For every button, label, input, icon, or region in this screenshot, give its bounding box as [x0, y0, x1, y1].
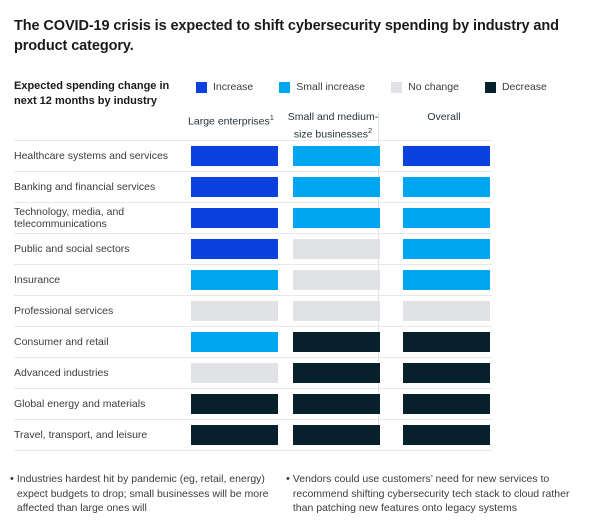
legend-item-label: Small increase — [296, 81, 366, 93]
footnote-text: Industries hardest hit by pandemic (eg, … — [16, 473, 269, 514]
matrix-cell-decrease — [403, 363, 490, 383]
matrix-row-label: Professional services — [14, 304, 114, 317]
column-header-label: Small and medium-size businesses — [287, 111, 379, 141]
matrix-cell-no_change — [191, 363, 278, 383]
matrix-cell-small_increase — [293, 146, 380, 166]
matrix-cell-small_increase — [293, 177, 380, 197]
legend-swatch-icon — [391, 82, 403, 93]
matrix-row-label: Banking and financial services — [14, 180, 156, 193]
matrix-cell-decrease — [293, 394, 380, 414]
matrix-cell-decrease — [191, 425, 278, 445]
legend-item-label: Increase — [213, 81, 254, 93]
column-header-footnote-marker: 2 — [367, 126, 373, 135]
legend-swatch-icon — [484, 82, 496, 93]
matrix-cell-increase — [191, 239, 278, 259]
legend-item-no_change: No change — [391, 82, 459, 93]
page-title: The COVID-19 crisis is expected to shift… — [14, 18, 559, 54]
matrix-row: Consumer and retail — [14, 326, 492, 357]
matrix-cell-no_change — [403, 301, 490, 321]
spending-change-matrix: Healthcare systems and services Banking a… — [14, 140, 492, 451]
legend-item-label: No change — [408, 81, 459, 93]
matrix-cell-no_change — [191, 301, 278, 321]
row-axis-heading: Expected spending change in next 12 mont… — [14, 80, 170, 107]
matrix-row: Professional services — [14, 295, 492, 326]
matrix-cell-decrease — [293, 363, 380, 383]
matrix-cell-increase — [191, 146, 278, 166]
matrix-row-label: Technology, media, and telecommunication… — [14, 205, 125, 231]
matrix-cell-small_increase — [293, 208, 380, 228]
matrix-row: Technology, media, and telecommunication… — [14, 202, 492, 233]
column-header-label: Large enterprises — [188, 115, 270, 128]
matrix-cell-small_increase — [403, 239, 490, 259]
legend-item-label: Decrease — [501, 81, 547, 93]
legend: Increase Small increase No change Decrease — [196, 82, 573, 93]
matrix-row-label: Healthcare systems and services — [14, 149, 169, 162]
matrix-cell-increase — [191, 177, 278, 197]
matrix-cell-decrease — [293, 425, 380, 445]
legend-item-small_increase: Small increase — [279, 82, 365, 93]
matrix-cell-no_change — [293, 301, 380, 321]
matrix-cell-decrease — [403, 425, 490, 445]
matrix-row-label: Public and social sectors — [14, 242, 130, 255]
footnotes: • Industries hardest hit by pandemic (eg,… — [10, 472, 594, 516]
matrix-cell-increase — [403, 146, 490, 166]
matrix-row: Advanced industries — [14, 357, 492, 388]
matrix-row: Travel, transport, and leisure — [14, 419, 492, 451]
bullet-icon: • — [10, 473, 14, 485]
matrix-row: Banking and financial services — [14, 171, 492, 202]
legend-item-decrease: Decrease — [484, 81, 547, 93]
matrix-cell-small_increase — [403, 208, 490, 228]
matrix-row: Public and social sectors — [14, 233, 492, 264]
matrix-row-label: Advanced industries — [14, 366, 109, 379]
matrix-row: Insurance — [14, 264, 492, 295]
matrix-cell-decrease — [403, 332, 490, 352]
legend-swatch-icon — [279, 82, 291, 93]
column-header-footnote-marker: 1 — [269, 113, 274, 122]
matrix-cell-decrease — [191, 394, 278, 414]
column-header-label: Overall — [427, 111, 461, 123]
matrix-cell-small_increase — [191, 270, 278, 290]
matrix-row-label: Consumer and retail — [14, 335, 109, 348]
matrix-cell-decrease — [403, 394, 490, 414]
footnote-1: • Industries hardest hit by pandemic (eg,… — [10, 472, 278, 516]
column-header-2: Small and medium-size businesses2 — [287, 111, 379, 142]
footnote-text: Vendors could use customers’ need for ne… — [292, 473, 570, 514]
legend-swatch-icon — [196, 82, 207, 93]
matrix-row: Global energy and materials — [14, 388, 492, 419]
column-header-3: Overall — [398, 111, 490, 124]
matrix-cell-small_increase — [403, 270, 490, 290]
matrix-cell-increase — [191, 208, 278, 228]
matrix-cell-small_increase — [191, 332, 278, 352]
footnote-2: • Vendors could use customers’ need for n… — [286, 472, 591, 516]
legend-item-increase: Increase — [196, 82, 253, 93]
matrix-cell-no_change — [293, 239, 380, 259]
matrix-row: Healthcare systems and services — [14, 140, 492, 171]
bullet-icon: • — [286, 473, 290, 485]
matrix-row-label: Insurance — [14, 273, 61, 286]
matrix-row-label: Global energy and materials — [14, 397, 146, 410]
matrix-row-label: Travel, transport, and leisure — [14, 428, 148, 441]
matrix-cell-decrease — [293, 332, 380, 352]
column-headers: Large enterprises1 Small and medium-size … — [185, 111, 497, 142]
matrix-cell-no_change — [293, 270, 380, 290]
column-header-1: Large enterprises1 — [185, 111, 277, 129]
matrix-cell-small_increase — [403, 177, 490, 197]
